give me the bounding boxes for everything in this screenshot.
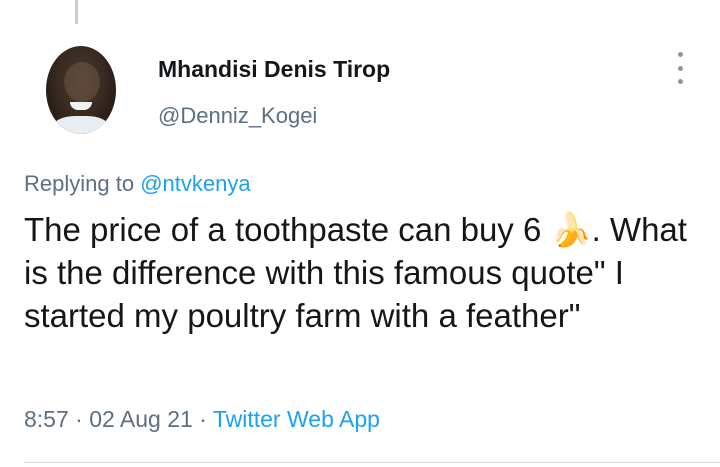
tweet-text: The price of a toothpaste can buy 6 🍌. W… [24, 211, 687, 334]
avatar[interactable] [46, 46, 116, 134]
more-dot [677, 65, 683, 71]
thread-connector-line [75, 0, 78, 24]
avatar-smile [70, 102, 92, 110]
avatar-face [64, 62, 100, 102]
more-dot [677, 79, 683, 84]
replying-to: Replying to @ntvkenya [24, 171, 251, 197]
author-name[interactable]: Mhandisi Denis Tirop [158, 56, 390, 83]
avatar-shirt [52, 116, 110, 134]
replying-to-label: Replying to [24, 171, 141, 196]
meta-separator: · [192, 406, 213, 432]
divider [24, 462, 720, 463]
author-handle[interactable]: @Denniz_Kogei [158, 103, 317, 129]
more-dot [677, 52, 683, 57]
reply-mention-link[interactable]: @ntvkenya [140, 171, 250, 196]
tweet-date[interactable]: 02 Aug 21 [89, 406, 193, 432]
tweet-time[interactable]: 8:57 [24, 406, 69, 432]
tweet-meta: 8:57 · 02 Aug 21 · Twitter Web App [24, 406, 380, 433]
tweet-source-link[interactable]: Twitter Web App [213, 406, 380, 432]
meta-separator: · [68, 406, 90, 432]
more-vertical-icon[interactable] [670, 52, 690, 84]
